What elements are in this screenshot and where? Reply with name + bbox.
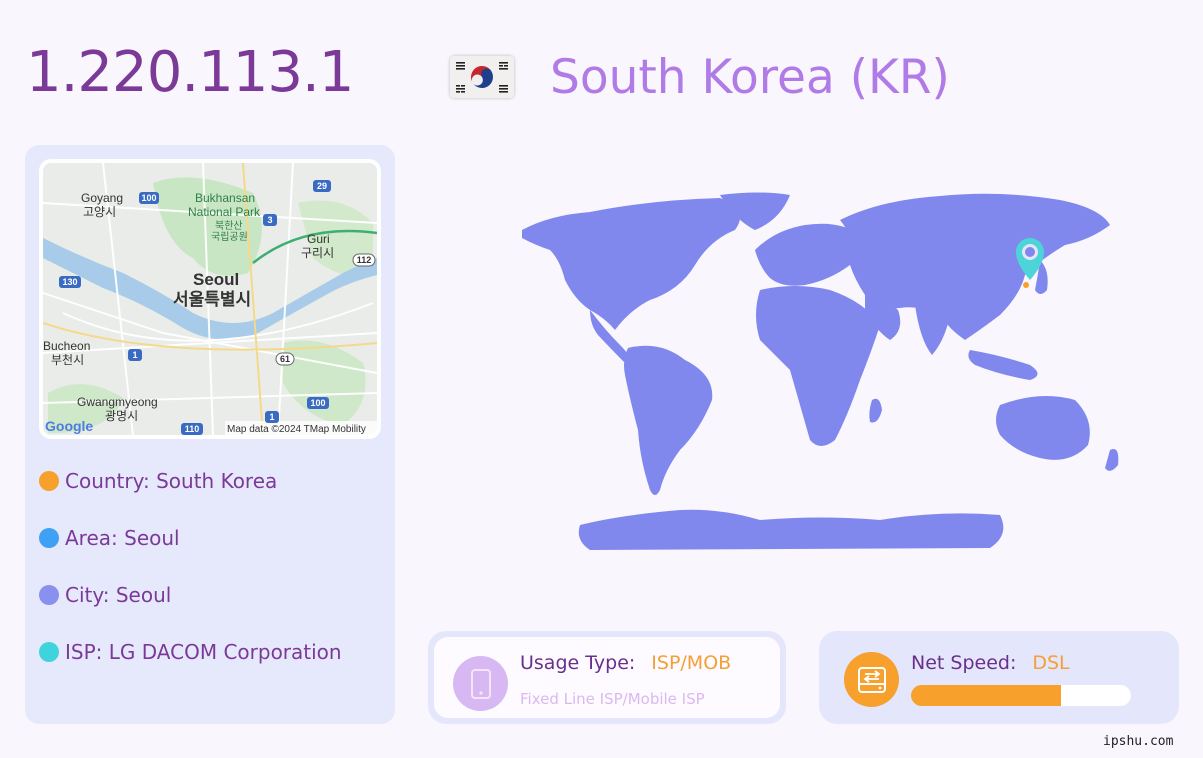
isp-text: ISP: LG DACOM Corporation bbox=[65, 640, 342, 664]
map-label-bucheon-kr: 부천시 bbox=[51, 352, 84, 367]
shield-112: 112 bbox=[357, 255, 372, 265]
ip-address: 1.220.113.1 bbox=[26, 40, 354, 105]
shield-110: 110 bbox=[185, 424, 200, 434]
net-speed-bar bbox=[911, 685, 1131, 706]
map-label-bukhansan-kr: 북한산 bbox=[215, 220, 243, 232]
location-panel: Goyang 고양시 Bukhansan National Park 북한산 국… bbox=[25, 145, 395, 724]
map-label-seoul: Seoul bbox=[193, 270, 239, 289]
world-map bbox=[520, 190, 1150, 564]
map-label-guri-kr: 구리시 bbox=[301, 246, 334, 260]
map-label-guri: Guri bbox=[307, 232, 330, 246]
country-dot-icon bbox=[39, 471, 59, 491]
shield-130: 130 bbox=[62, 277, 77, 287]
map-label-seoul-kr: 서울특별시 bbox=[173, 290, 251, 309]
net-speed-card: Net Speed: DSL bbox=[819, 631, 1179, 724]
google-logo: Google bbox=[45, 418, 93, 434]
shield-100: 100 bbox=[141, 193, 156, 203]
country-title: South Korea (KR) bbox=[550, 50, 950, 105]
usage-type-card: Usage Type: ISP/MOB Fixed Line ISP/Mobil… bbox=[428, 631, 786, 724]
shield-1-south: 1 bbox=[269, 412, 274, 422]
korea-highlight bbox=[1023, 282, 1029, 288]
mobile-phone-icon bbox=[453, 656, 508, 711]
map-label-gwangmyeong-kr: 광명시 bbox=[105, 409, 138, 423]
net-speed-value: DSL bbox=[1032, 652, 1070, 674]
info-city: City: Seoul bbox=[39, 583, 171, 607]
info-isp: ISP: LG DACOM Corporation bbox=[39, 640, 342, 664]
map-label-goyang-kr: 고양시 bbox=[83, 205, 116, 219]
shield-3: 3 bbox=[267, 215, 272, 225]
net-speed-label: Net Speed: bbox=[911, 652, 1017, 674]
info-area: Area: Seoul bbox=[39, 526, 180, 550]
shield-29: 29 bbox=[317, 181, 327, 191]
usage-type-value: ISP/MOB bbox=[651, 652, 732, 674]
map-label-bucheon: Bucheon bbox=[43, 339, 90, 353]
usage-type-description: Fixed Line ISP/Mobile ISP bbox=[520, 690, 705, 708]
footer-site: ipshu.com bbox=[1103, 734, 1174, 749]
map-label-bukhansan: Bukhansan bbox=[195, 191, 255, 205]
shield-100-south: 100 bbox=[310, 398, 325, 408]
map-label-national-park: National Park bbox=[188, 205, 261, 219]
map-label-park-kr: 국립공원 bbox=[211, 230, 248, 243]
shield-1: 1 bbox=[132, 350, 137, 360]
city-dot-icon bbox=[39, 585, 59, 605]
area-dot-icon bbox=[39, 528, 59, 548]
isp-dot-icon bbox=[39, 642, 59, 662]
net-speed-bar-fill bbox=[911, 685, 1061, 706]
usage-type-label: Usage Type: bbox=[520, 652, 636, 674]
map-label-gwangmyeong: Gwangmyeong bbox=[77, 395, 158, 409]
country-text: Country: South Korea bbox=[65, 469, 278, 493]
seoul-map[interactable]: Goyang 고양시 Bukhansan National Park 북한산 국… bbox=[39, 159, 381, 439]
hard-drive-transfer-icon bbox=[844, 652, 899, 707]
city-text: City: Seoul bbox=[65, 583, 172, 607]
info-country: Country: South Korea bbox=[39, 469, 277, 493]
map-attribution: Map data ©2024 TMap Mobility bbox=[227, 424, 366, 435]
shield-61: 61 bbox=[280, 354, 290, 364]
map-label-goyang: Goyang bbox=[81, 191, 123, 205]
south-korea-flag-icon bbox=[450, 56, 514, 98]
area-text: Area: Seoul bbox=[65, 526, 180, 550]
